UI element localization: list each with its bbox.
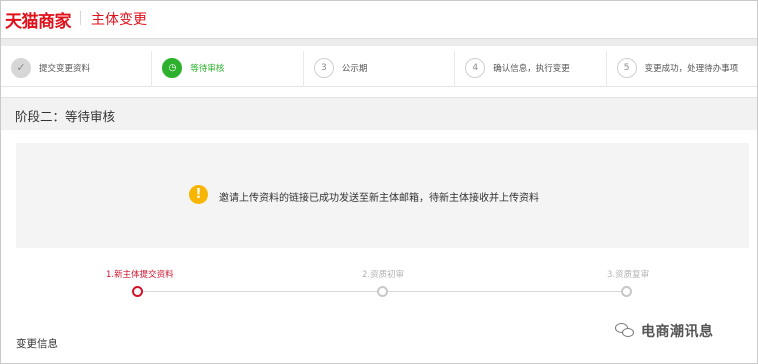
step-label: 变更成功，处理待办事项 (644, 64, 739, 74)
step-label: 公示期 (341, 64, 368, 74)
notice-box: ! 邀请上传资料的链接已成功发送至新主体邮箱，待新主体接收并上传资料 (16, 143, 749, 248)
progress-node (621, 286, 632, 297)
progress-node (377, 286, 388, 297)
step-5: 5 变更成功，处理待办事项 (607, 51, 757, 87)
step-2: ◷ 等待审核 (152, 51, 304, 87)
header: 天猫商家 主体变更 (1, 1, 757, 39)
step-navigator: ✓ 提交变更资料 ◷ 等待审核 3 公示期 4 确认信息，执行变更 5 变更成功… (1, 51, 757, 87)
step-1: ✓ 提交变更资料 (1, 51, 153, 87)
warning-icon: ! (189, 185, 208, 204)
watermark: 电商潮讯息 (615, 320, 714, 342)
checkmark-icon: ✓ (11, 58, 31, 78)
progress-step-label: 3.资质复审 (607, 270, 650, 280)
change-info-heading: 变更信息 (16, 338, 58, 350)
notice-message: 邀请上传资料的链接已成功发送至新主体邮箱，待新主体接收并上传资料 (219, 193, 539, 204)
page-title: 主体变更 (91, 12, 147, 28)
clock-icon: ◷ (162, 58, 183, 78)
progress-node-active (132, 286, 143, 297)
step-number: 5 (616, 58, 637, 78)
step-number: 4 (465, 58, 486, 78)
header-divider-bar (1, 38, 757, 46)
stage-title: 阶段二：等待审核 (15, 109, 116, 124)
progress-step-label: 1.新主体提交资料 (106, 270, 174, 280)
header-divider (80, 11, 81, 25)
wechat-icon (615, 323, 635, 339)
step-4: 4 确认信息，执行变更 (455, 51, 607, 87)
step-label: 等待审核 (190, 64, 225, 74)
step-label: 确认信息，执行变更 (493, 64, 570, 74)
step-3: 3 公示期 (304, 51, 456, 87)
step-number: 3 (313, 58, 334, 78)
step-label: 提交变更资料 (39, 64, 91, 74)
progress-step-label: 2.资质初审 (362, 270, 405, 280)
review-progress: 1.新主体提交资料 2.资质初审 3.资质复审 (0, 262, 758, 302)
watermark-text: 电商潮讯息 (641, 324, 714, 340)
tmall-merchant-logo[interactable]: 天猫商家 (5, 7, 72, 32)
stage-header: 阶段二：等待审核 (1, 97, 757, 130)
